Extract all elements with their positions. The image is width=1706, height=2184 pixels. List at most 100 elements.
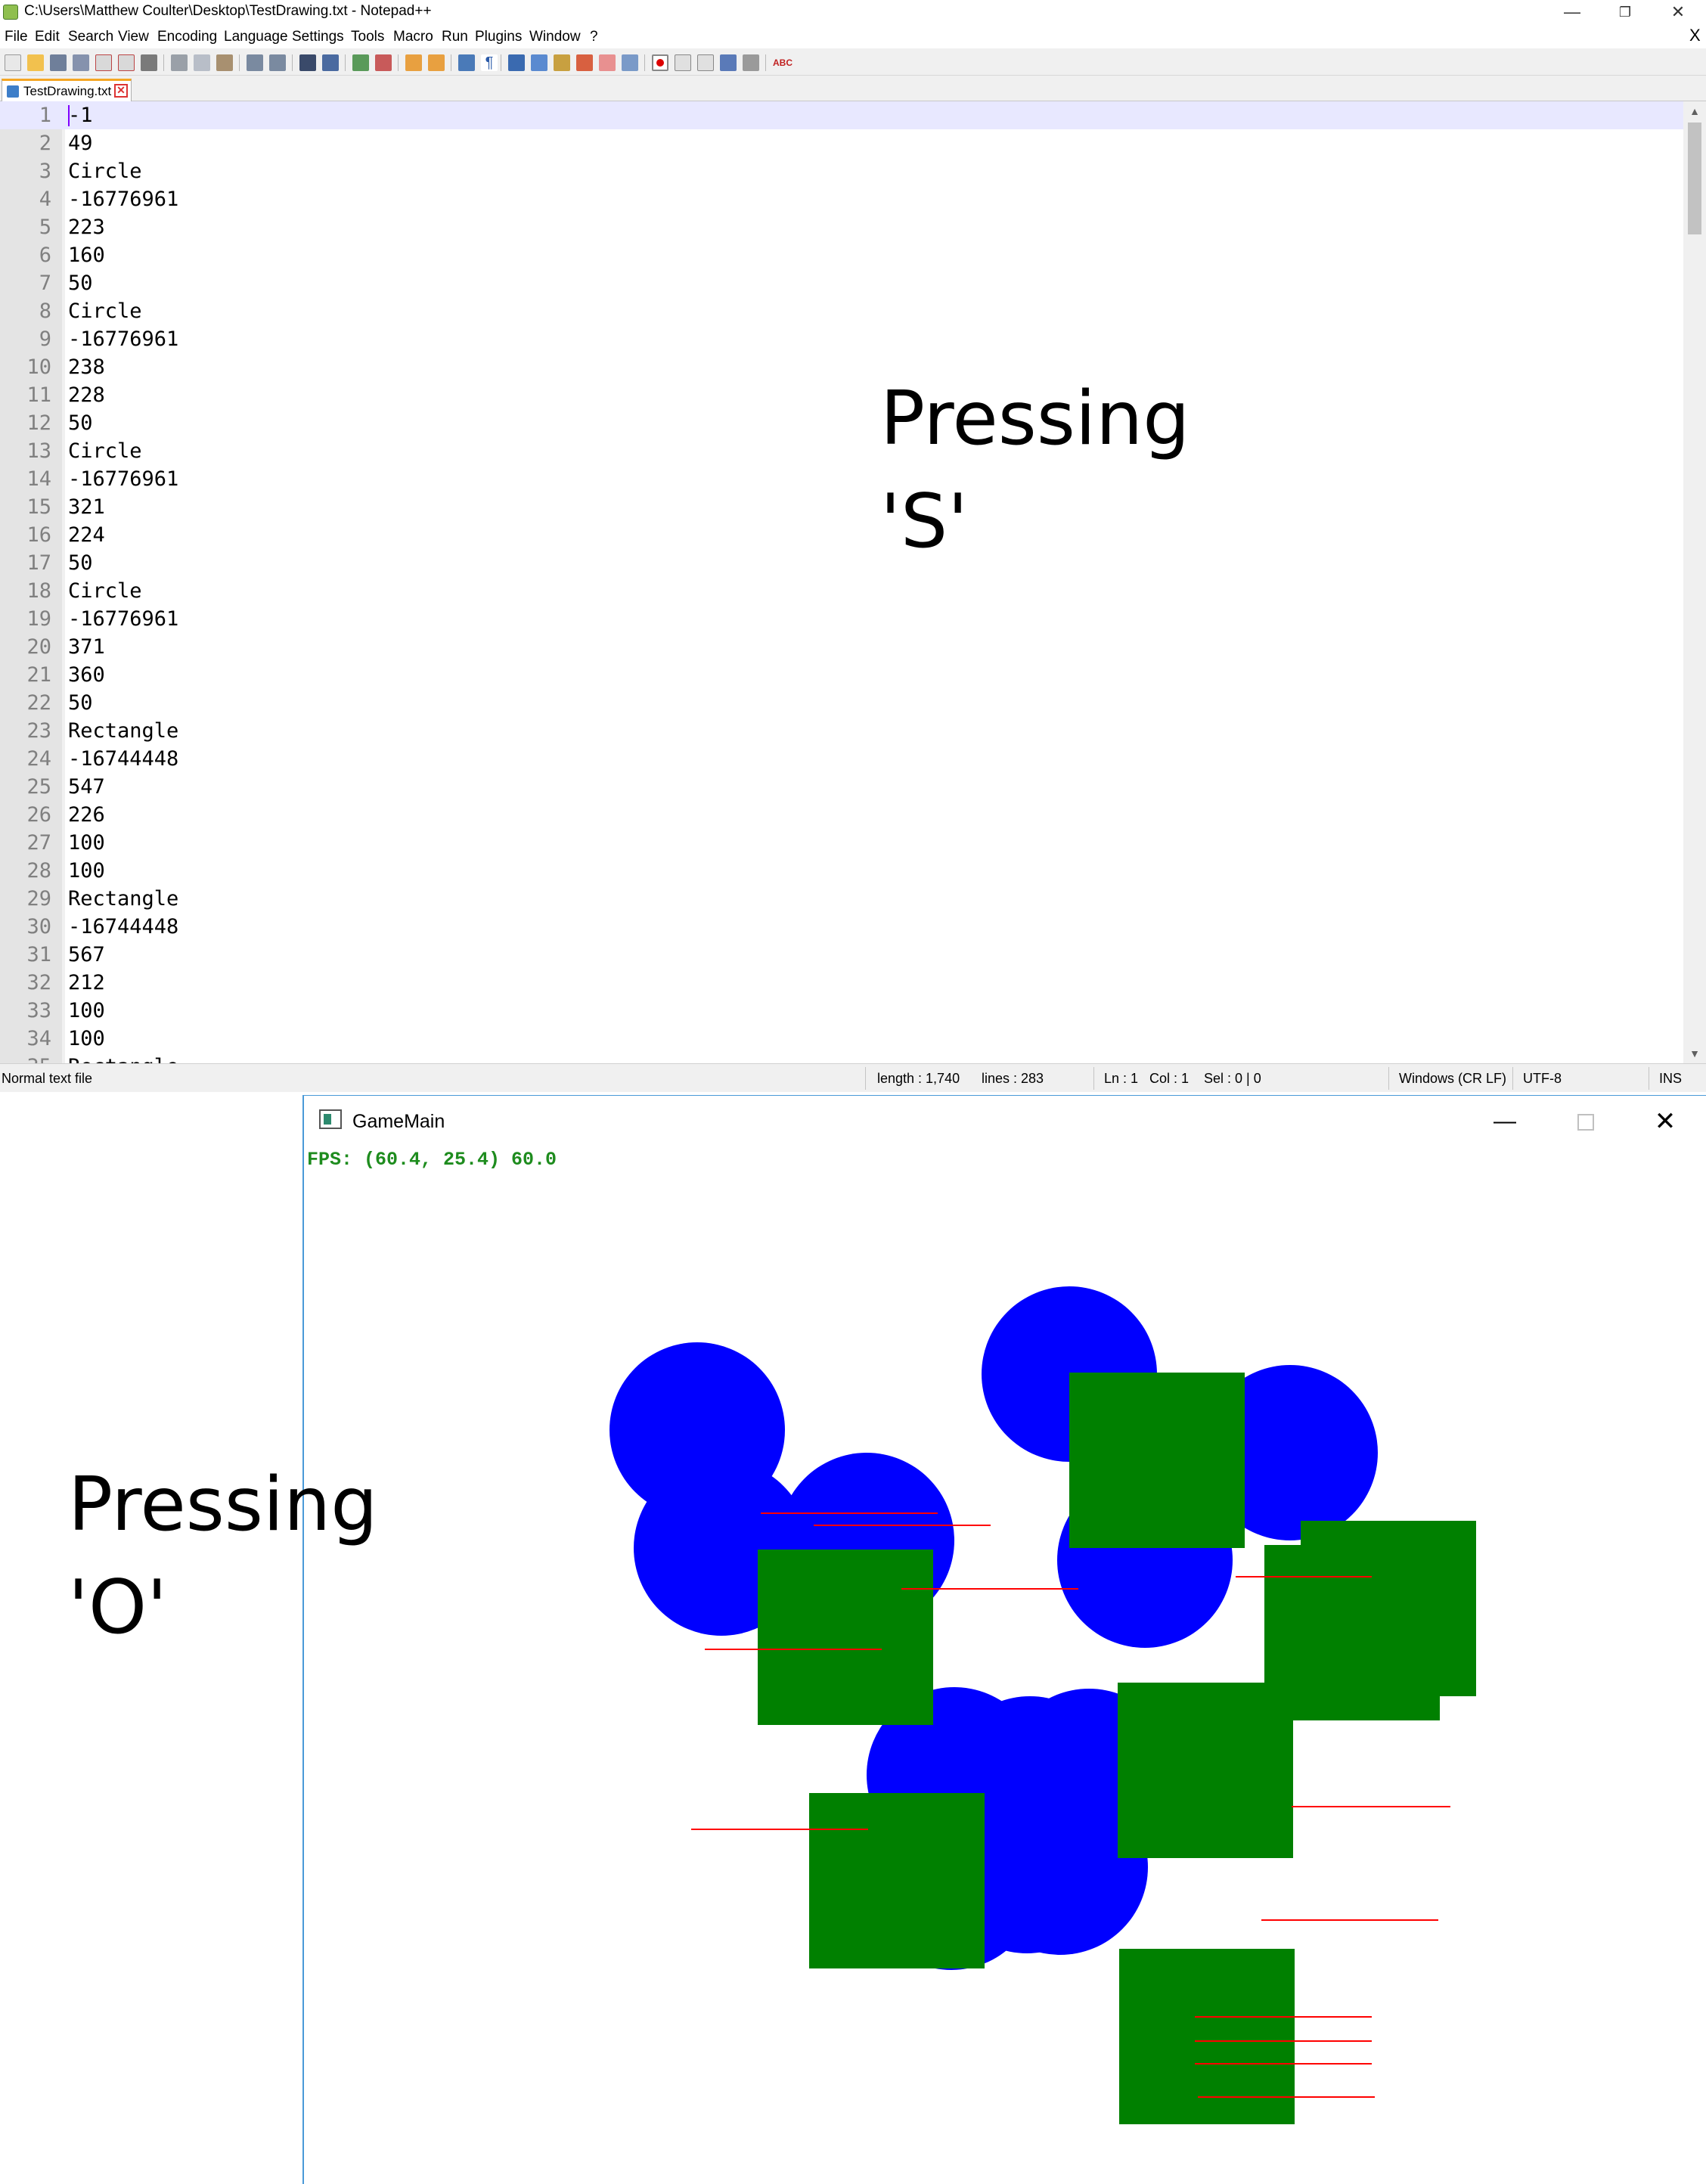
scroll-thumb[interactable] <box>1688 123 1701 234</box>
blue-circles <box>610 1286 1378 1970</box>
code-line: 8 Circle <box>0 297 1683 325</box>
line-number: 29 <box>26 887 51 911</box>
gamemain-window: GameMain — ✕ FPS: (60.4, 25.4) 60.0 <box>302 1095 1706 2184</box>
minimize-button[interactable]: — <box>1546 0 1599 24</box>
open-file-icon[interactable] <box>27 54 44 71</box>
code-line: 5 223 <box>0 213 1683 241</box>
show-all-characters-icon[interactable]: ¶ <box>481 54 498 71</box>
monitoring-icon[interactable] <box>622 54 638 71</box>
menu-encoding[interactable]: Encoding <box>157 29 217 45</box>
line-number: 23 <box>26 719 51 743</box>
green-rectangle <box>1119 1949 1295 2124</box>
zoom-in-icon[interactable] <box>352 54 369 71</box>
save-macro-icon[interactable] <box>743 54 759 71</box>
function-list-icon[interactable] <box>576 54 593 71</box>
copy-icon[interactable] <box>194 54 210 71</box>
annotation-pressing-s: Pressing 'S' <box>880 368 1190 573</box>
find-icon[interactable] <box>299 54 316 71</box>
close-button[interactable]: ✕ <box>1652 0 1704 24</box>
playback-macro-icon[interactable] <box>697 54 714 71</box>
sync-vertical-icon[interactable] <box>405 54 422 71</box>
menu-edit[interactable]: Edit <box>35 29 60 45</box>
cut-icon[interactable] <box>171 54 188 71</box>
redo-icon[interactable] <box>269 54 286 71</box>
close-all-icon[interactable] <box>118 54 135 71</box>
paste-icon[interactable] <box>216 54 233 71</box>
document-map-icon[interactable] <box>554 54 570 71</box>
print-icon[interactable] <box>141 54 157 71</box>
line-number: 28 <box>26 859 51 883</box>
tab-bar: TestDrawing.txt ✕ <box>0 76 1706 101</box>
spell-check-icon[interactable]: ABC <box>773 54 793 71</box>
menu-run[interactable]: Run <box>442 29 468 45</box>
tab-close-icon[interactable]: ✕ <box>114 84 128 98</box>
word-wrap-icon[interactable] <box>458 54 475 71</box>
menu-window[interactable]: Window <box>529 29 581 45</box>
run-macro-multiple-icon[interactable] <box>720 54 737 71</box>
save-icon[interactable] <box>50 54 67 71</box>
line-text: 100 <box>68 859 105 883</box>
line-number: 4 <box>39 188 51 211</box>
game-minimize-button[interactable]: — <box>1490 1106 1520 1137</box>
status-file-type: Normal text file <box>2 1071 93 1086</box>
code-line: 16 224 <box>0 521 1683 549</box>
line-number: 11 <box>26 383 51 407</box>
record-macro-icon[interactable] <box>652 54 668 71</box>
menu-help[interactable]: ? <box>590 29 598 45</box>
menu-search[interactable]: Search <box>68 29 113 45</box>
replace-icon[interactable] <box>322 54 339 71</box>
game-close-button[interactable]: ✕ <box>1650 1106 1680 1137</box>
close-document-x[interactable]: X <box>1689 26 1701 45</box>
save-all-icon[interactable] <box>73 54 89 71</box>
folder-as-workspace-icon[interactable] <box>599 54 616 71</box>
line-text: Circle <box>68 439 142 463</box>
line-number: 16 <box>26 523 51 547</box>
user-defined-language-icon[interactable] <box>531 54 547 71</box>
code-line: 25 547 <box>0 773 1683 801</box>
editor[interactable]: 1 -1 2 49 3 Circle 4 -16776961 5 223 6 160 7 50 8 Circl… <box>0 101 1706 1063</box>
line-text: 371 <box>68 635 105 659</box>
undo-icon[interactable] <box>247 54 263 71</box>
menu-macro[interactable]: Macro <box>393 29 433 45</box>
menu-language[interactable]: Language <box>224 29 288 45</box>
line-number: 31 <box>26 943 51 966</box>
tab-testdrawing[interactable]: TestDrawing.txt ✕ <box>2 79 132 101</box>
line-number: 10 <box>26 355 51 379</box>
code-line: 15 321 <box>0 493 1683 521</box>
menu-view[interactable]: View <box>118 29 149 45</box>
code-line: 35 Rectangle <box>0 1053 1683 1063</box>
line-number: 15 <box>26 495 51 519</box>
sync-horizontal-icon[interactable] <box>428 54 445 71</box>
restore-button[interactable]: ❐ <box>1599 0 1652 24</box>
new-file-icon[interactable] <box>5 54 21 71</box>
toolbar-separator <box>163 54 164 71</box>
menu-plugins[interactable]: Plugins <box>475 29 522 45</box>
menu-file[interactable]: File <box>5 29 28 45</box>
line-text: 49 <box>68 132 93 155</box>
line-text: Rectangle <box>68 887 179 911</box>
scroll-up-arrow-icon[interactable]: ▲ <box>1683 101 1706 121</box>
code-line: 4 -16776961 <box>0 185 1683 213</box>
code-line: 27 100 <box>0 829 1683 857</box>
code-lines: 1 -1 2 49 3 Circle 4 -16776961 5 223 6 160 7 50 8 Circl… <box>0 101 1683 1063</box>
line-number: 3 <box>39 160 51 183</box>
line-number: 32 <box>26 971 51 994</box>
scroll-down-arrow-icon[interactable]: ▼ <box>1683 1044 1706 1063</box>
code-line: 32 212 <box>0 969 1683 997</box>
line-number: 5 <box>39 216 51 239</box>
status-insert-mode: INS <box>1659 1071 1683 1086</box>
indent-guide-icon[interactable] <box>508 54 525 71</box>
title-bar: C:\Users\Matthew Coulter\Desktop\TestDra… <box>0 0 1706 24</box>
status-encoding: UTF-8 <box>1523 1071 1562 1086</box>
green-rectangle <box>809 1793 985 1968</box>
menu-tools[interactable]: Tools <box>351 29 384 45</box>
code-line: 30 -16744448 <box>0 913 1683 941</box>
line-number: 34 <box>26 1027 51 1050</box>
stop-recording-icon[interactable] <box>675 54 691 71</box>
close-file-icon[interactable] <box>95 54 112 71</box>
code-line: 3 Circle <box>0 157 1683 185</box>
vertical-scrollbar[interactable]: ▲ ▼ <box>1683 101 1706 1063</box>
zoom-out-icon[interactable] <box>375 54 392 71</box>
menu-settings[interactable]: Settings <box>292 29 344 45</box>
game-maximize-button <box>1570 1106 1600 1137</box>
